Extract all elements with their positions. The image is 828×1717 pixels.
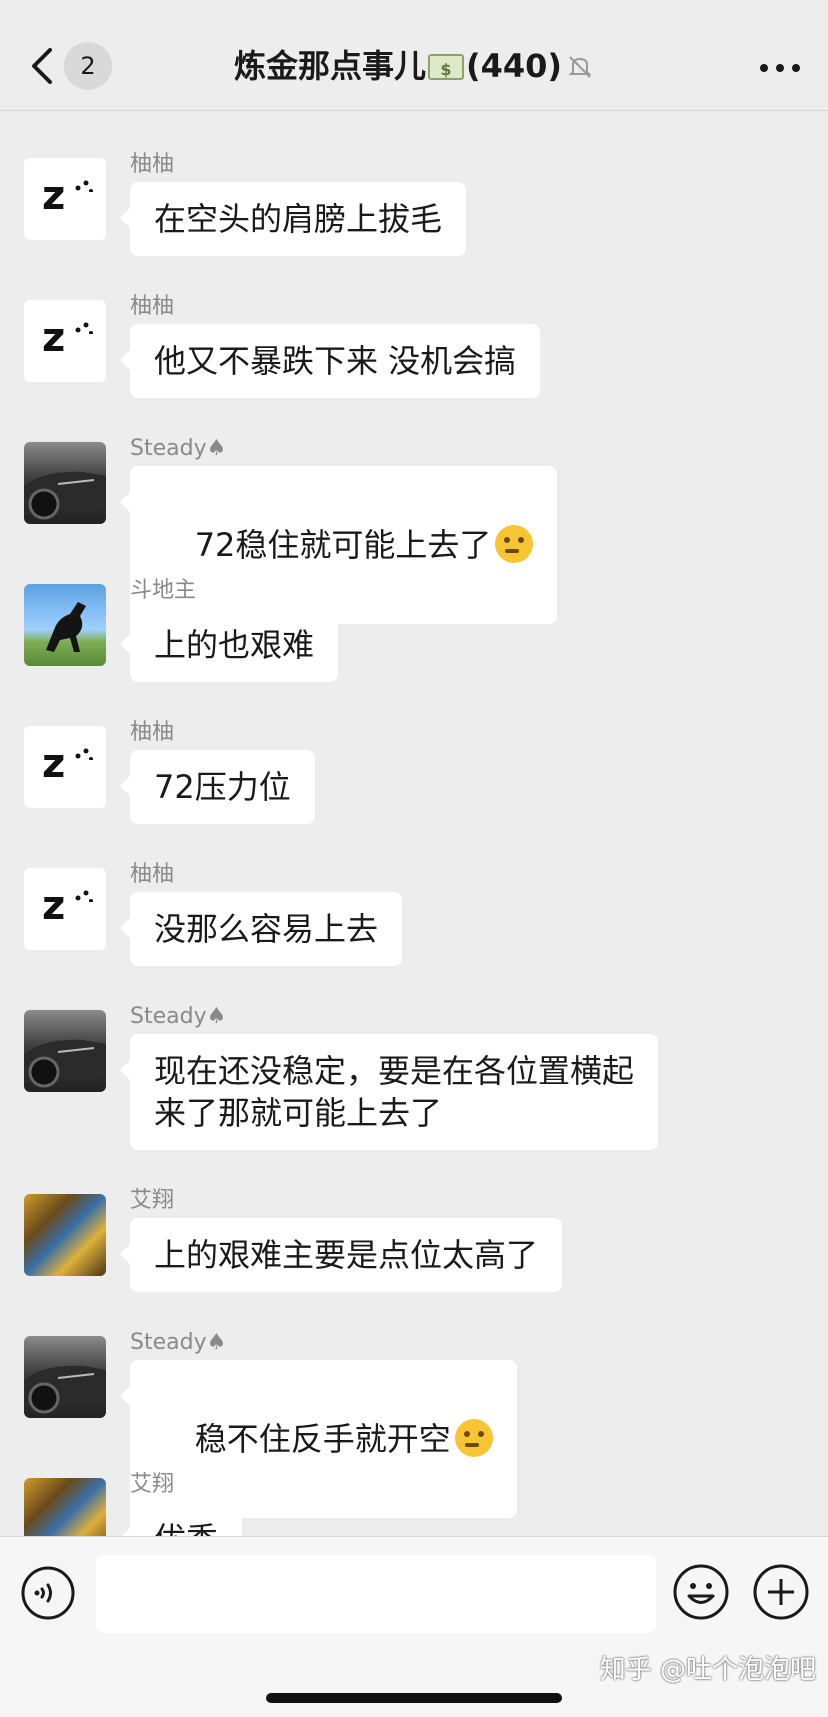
avatar[interactable]: z <box>24 158 106 240</box>
sender-name: 斗地主 <box>130 578 197 603</box>
message-bubble[interactable]: 在空头的肩膀上拔毛 <box>119 182 467 256</box>
message-item: Steady♠ 现在还没稳定，要是在各位置横起 来了那就可能上去了 <box>0 990 828 1160</box>
avatar[interactable] <box>24 1478 106 1536</box>
sender-name: 艾翔 <box>130 1472 175 1497</box>
message-bubble[interactable]: 上的也艰难 <box>119 608 339 682</box>
message-text: 稳不住反手就开空 <box>194 1420 451 1458</box>
message-text: 72稳住就可能上去了 <box>194 526 492 564</box>
thinking-face-icon <box>495 525 534 563</box>
message-bubble[interactable]: 上的艰难主要是点位太高了 <box>119 1218 563 1292</box>
avatar[interactable] <box>24 1010 106 1092</box>
sender-name: Steady♠ <box>130 1330 227 1355</box>
message-item: z 柚柚 在空头的肩膀上拔毛 <box>0 138 828 268</box>
sender-name: Steady♠ <box>130 436 227 461</box>
plus-icon[interactable] <box>752 1563 810 1621</box>
message-item: Steady♠ 72稳住就可能上去了 <box>0 422 828 624</box>
sender-name: Steady♠ <box>130 1004 227 1029</box>
avatar[interactable]: z <box>24 726 106 808</box>
message-bubble[interactable]: 没那么容易上去 <box>119 892 403 966</box>
sender-name: 艾翔 <box>130 1188 175 1213</box>
avatar[interactable] <box>24 442 106 524</box>
sender-name: 柚柚 <box>130 720 175 745</box>
avatar[interactable] <box>24 1194 106 1276</box>
avatar[interactable]: z <box>24 868 106 950</box>
chat-header: 2 炼金那点事儿(440) <box>0 0 828 111</box>
thinking-face-icon <box>454 1419 493 1457</box>
sender-name: 柚柚 <box>130 862 175 887</box>
message-bubble[interactable]: 他又不暴跌下来 没机会搞 <box>119 324 541 398</box>
message-item: 斗地主 上的也艰难 <box>0 564 828 694</box>
message-input[interactable] <box>96 1555 656 1633</box>
more-options-icon[interactable] <box>760 52 800 80</box>
chat-title: 炼金那点事儿 (440) <box>0 44 828 92</box>
message-bubble[interactable]: 优秀 <box>119 1502 243 1536</box>
message-item: z 柚柚 没那么容易上去 <box>0 848 828 978</box>
member-count: (440) <box>465 47 563 85</box>
sender-name: 柚柚 <box>130 294 175 319</box>
message-bubble[interactable]: 现在还没稳定，要是在各位置横起 来了那就可能上去了 <box>119 1034 659 1150</box>
watermark: 知乎 @吐个泡泡吧 <box>599 1655 816 1685</box>
input-bar: 知乎 @吐个泡泡吧 <box>0 1536 828 1717</box>
message-item: z 柚柚 他又不暴跌下来 没机会搞 <box>0 280 828 410</box>
message-item: z 柚柚 72压力位 <box>0 706 828 836</box>
home-indicator[interactable] <box>266 1693 562 1703</box>
sender-name: 柚柚 <box>130 152 175 177</box>
avatar[interactable]: z <box>24 300 106 382</box>
message-bubble[interactable]: 72压力位 <box>120 750 315 824</box>
group-name: 炼金那点事儿 <box>233 47 426 85</box>
message-item: 艾翔 优秀 <box>0 1458 828 1536</box>
avatar[interactable] <box>24 1336 106 1418</box>
voice-input-icon[interactable] <box>20 1565 76 1621</box>
message-item: 艾翔 上的艰难主要是点位太高了 <box>0 1174 828 1304</box>
message-item: Steady♠ 稳不住反手就开空 <box>0 1316 828 1518</box>
emoji-icon[interactable] <box>672 1563 730 1621</box>
avatar[interactable] <box>24 584 106 666</box>
money-emoji-icon <box>427 48 464 92</box>
muted-bell-icon <box>568 56 592 78</box>
